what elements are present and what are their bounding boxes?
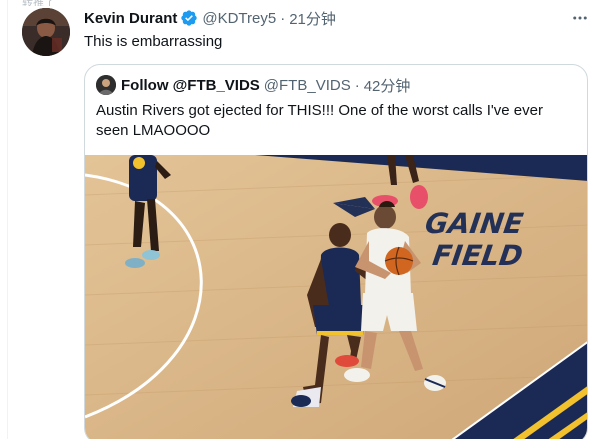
quoted-tweet-card[interactable]: Follow @FTB_VIDS @FTB_VIDS · 42分钟 Austin… [84,64,588,439]
tweet-timestamp[interactable]: 21分钟 [289,8,336,29]
quoted-tweet-header: Follow @FTB_VIDS @FTB_VIDS · 42分钟 [96,75,410,95]
quoted-author-handle[interactable]: @FTB_VIDS [264,77,351,94]
quoted-author-name[interactable]: Follow @FTB_VIDS [121,77,260,94]
more-options-icon[interactable] [568,8,592,28]
retweet-context-remnant: 转推了 [22,0,55,6]
author-avatar-image [22,8,70,56]
timeline-left-border [7,0,8,439]
tweet-text: This is embarrassing [84,33,223,50]
quoted-tweet-text: Austin Rivers got ejected for THIS!!! On… [96,102,543,139]
verified-badge-icon [180,9,198,27]
quoted-tweet-video[interactable]: GAINE FIELD [85,155,587,439]
basketball-court-image: GAINE FIELD [85,155,587,439]
quoted-author-avatar[interactable] [96,75,116,95]
quoted-tweet-timestamp[interactable]: 42分钟 [364,75,411,96]
previous-tweet-edge: 转推了 [0,0,600,6]
tweet-header: Kevin Durant @KDTrey5 · 21分钟 [84,8,336,28]
quoted-separator-dot: · [354,76,360,94]
court-word-line2: FIELD [431,239,525,272]
author-name[interactable]: Kevin Durant [84,10,177,27]
separator-dot: · [280,9,286,27]
court-word-line1: GAINE [423,207,525,240]
author-handle[interactable]: @KDTrey5 [202,10,276,27]
author-avatar[interactable] [22,8,70,56]
